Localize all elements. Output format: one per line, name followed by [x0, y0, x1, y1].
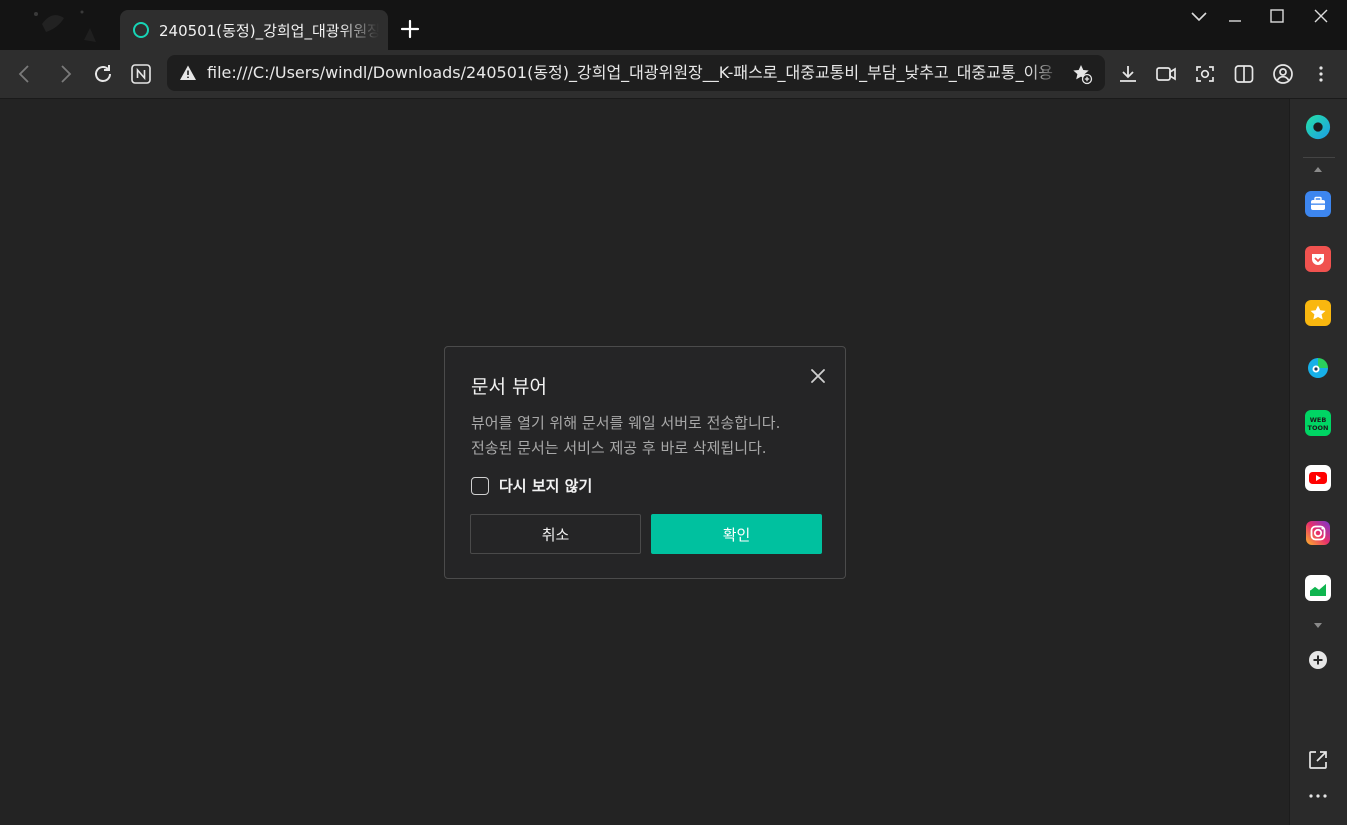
sidebar-item-whale[interactable]: [1305, 114, 1331, 140]
scroll-down-icon[interactable]: [1313, 622, 1323, 630]
document-viewer-dialog: 문서 뷰어 뷰어를 열기 위해 문서를 웨일 서버로 전송합니다. 전송된 문서…: [444, 346, 846, 579]
sidebar-item-toolbox[interactable]: [1305, 191, 1331, 217]
favorite-add-icon[interactable]: [1071, 63, 1093, 85]
split-view-icon: [1234, 65, 1254, 83]
more-vertical-icon: [1319, 66, 1323, 82]
profile-button[interactable]: [1271, 62, 1295, 86]
download-icon: [1120, 66, 1136, 82]
naver-n-icon: [131, 64, 151, 84]
arrow-right-icon: [61, 65, 72, 83]
svg-text:WEB: WEB: [1310, 416, 1327, 424]
open-external-icon[interactable]: [1307, 749, 1329, 771]
dont-show-again-toggle[interactable]: 다시 보지 않기: [471, 475, 592, 496]
youtube-icon: [1309, 472, 1327, 484]
downloads-button[interactable]: [1116, 62, 1140, 86]
capture-button[interactable]: [1193, 62, 1217, 86]
maximize-icon[interactable]: [1265, 6, 1289, 26]
dialog-message-line-1: 뷰어를 열기 위해 문서를 웨일 서버로 전송합니다.: [471, 414, 781, 432]
loading-ring-icon: [133, 22, 149, 38]
warning-icon: [180, 65, 196, 80]
video-button[interactable]: [1154, 62, 1178, 86]
user-icon: [1273, 64, 1293, 84]
screenshot-icon: [1196, 66, 1214, 82]
sidebar: WEB TOON: [1289, 99, 1347, 825]
instagram-icon: [1306, 521, 1330, 545]
sidebar-item-webtoon[interactable]: WEB TOON: [1305, 410, 1331, 436]
decorative-artwork: [34, 10, 96, 42]
tab-title: 240501(동정)_강희업_대광위원장: [159, 21, 379, 40]
briefcase-icon: [1311, 196, 1325, 210]
back-button[interactable]: [13, 62, 37, 86]
close-icon[interactable]: [807, 365, 829, 387]
cancel-button[interactable]: 취소: [470, 514, 641, 554]
address-bar[interactable]: file:///C:/Users/windl/Downloads/240501(…: [167, 55, 1105, 91]
video-camera-icon: [1156, 67, 1176, 81]
close-window-icon[interactable]: [1309, 6, 1333, 26]
dialog-title: 문서 뷰어: [471, 376, 547, 398]
sidebar-item-stocks[interactable]: [1305, 575, 1331, 601]
stock-chart-icon: [1309, 582, 1327, 596]
add-circle-icon[interactable]: [1307, 649, 1329, 671]
dont-show-again-label: 다시 보지 않기: [499, 477, 593, 495]
svg-text:TOON: TOON: [1308, 424, 1329, 432]
plus-icon[interactable]: [398, 17, 422, 41]
menu-button[interactable]: [1309, 62, 1333, 86]
star-icon: [1310, 305, 1326, 320]
webtoon-icon: WEBTOON: [1306, 411, 1330, 435]
dont-show-again-checkbox[interactable]: [471, 476, 489, 495]
minimize-icon[interactable]: [1223, 6, 1247, 26]
papago-icon: [1308, 358, 1328, 378]
sidebar-item-pocket[interactable]: [1305, 246, 1331, 272]
chevron-down-icon[interactable]: [1187, 6, 1211, 26]
tab-active[interactable]: 240501(동정)_강희업_대광위원장: [120, 10, 388, 50]
title-bar: 240501(동정)_강희업_대광위원장: [0, 0, 1347, 50]
arrow-left-icon: [18, 65, 29, 83]
sidebar-item-youtube[interactable]: [1305, 465, 1331, 491]
sidebar-item-papago[interactable]: [1305, 355, 1331, 381]
sidebar-item-instagram[interactable]: [1305, 520, 1331, 546]
naver-home-button[interactable]: [129, 62, 153, 86]
reload-icon: [95, 65, 111, 82]
split-view-button[interactable]: [1232, 62, 1256, 86]
whale-logo-icon: [1305, 114, 1331, 140]
more-horizontal-icon[interactable]: [1307, 789, 1329, 803]
toolbar: file:///C:/Users/windl/Downloads/240501(…: [0, 50, 1347, 99]
sidebar-separator: [1303, 157, 1335, 158]
forward-button[interactable]: [53, 62, 77, 86]
reload-button[interactable]: [91, 62, 115, 86]
dialog-message: 뷰어를 열기 위해 문서를 웨일 서버로 전송합니다. 전송된 문서는 서비스 …: [471, 411, 780, 461]
pocket-icon: [1312, 254, 1324, 265]
url-text[interactable]: file:///C:/Users/windl/Downloads/240501(…: [207, 55, 1062, 91]
confirm-button[interactable]: 확인: [651, 514, 822, 554]
scroll-up-icon[interactable]: [1313, 165, 1323, 173]
dialog-message-line-2: 전송된 문서는 서비스 제공 후 바로 삭제됩니다.: [471, 439, 767, 457]
sidebar-item-favorites[interactable]: [1305, 300, 1331, 326]
